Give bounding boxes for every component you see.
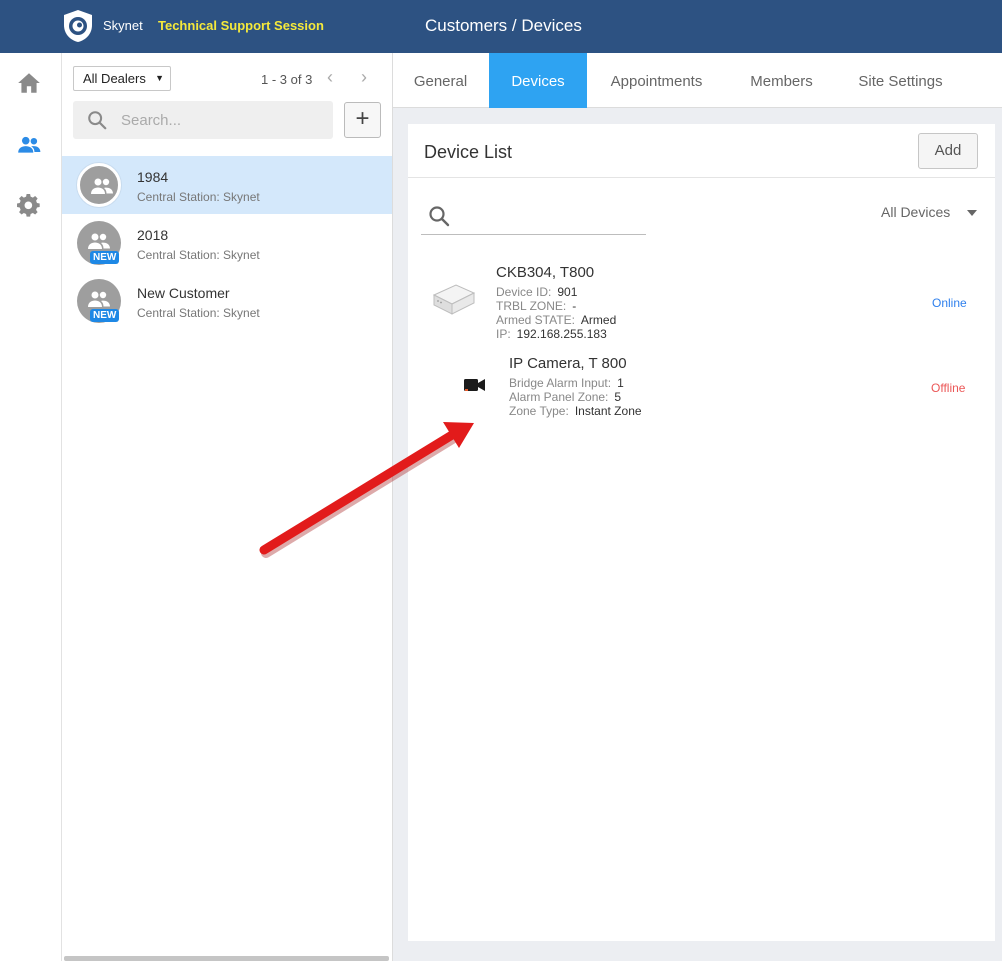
device-field: Alarm Panel Zone: 5: [509, 390, 621, 404]
add-customer-button[interactable]: +: [344, 102, 381, 138]
field-label: Armed STATE:: [496, 313, 575, 327]
new-badge: NEW: [90, 309, 120, 322]
customer-name: 1984: [137, 169, 169, 185]
field-label: Zone Type:: [509, 404, 569, 418]
customer-row[interactable]: NEW New Customer Central Station: Skynet: [62, 272, 392, 330]
customer-search: [73, 101, 333, 139]
horizontal-scrollbar[interactable]: [64, 956, 389, 961]
device-list-title: Device List: [424, 142, 513, 162]
camera-icon: [464, 379, 485, 391]
customer-name: New Customer: [137, 285, 230, 301]
field-label: TRBL ZONE:: [496, 299, 567, 313]
field-value: 901: [557, 285, 578, 299]
chevron-right-icon[interactable]: ›: [361, 67, 367, 88]
field-value: 1: [617, 376, 624, 390]
group-icon: [88, 233, 110, 249]
group-icon: [91, 178, 113, 194]
settings-icon[interactable]: [16, 193, 42, 219]
dealer-filter-value: All Dealers: [83, 71, 146, 86]
customer-search-input[interactable]: [121, 110, 321, 130]
tab-members[interactable]: Members: [726, 53, 837, 108]
device-name: CKB304, T800: [496, 264, 595, 281]
brand-name: Skynet: [103, 18, 143, 33]
router-device-icon: [432, 284, 476, 315]
chevron-left-icon[interactable]: ‹: [327, 67, 333, 88]
device-field: Zone Type: Instant Zone: [509, 404, 642, 418]
field-label: Device ID:: [496, 285, 552, 299]
device-search-input[interactable]: [421, 197, 646, 235]
new-badge: NEW: [90, 251, 120, 264]
home-icon[interactable]: [16, 70, 42, 96]
top-bar: Skynet Technical Support Session Custome…: [0, 0, 1002, 53]
device-field: TRBL ZONE: -: [496, 299, 576, 313]
tab-devices[interactable]: Devices: [489, 53, 587, 108]
field-value: Instant Zone: [574, 404, 642, 418]
device-list-card: Device List Add All Devices CKB304, T800…: [408, 124, 995, 941]
add-device-button[interactable]: Add: [918, 133, 978, 169]
tab-bar: General Devices Appointments Members Sit…: [393, 53, 1002, 108]
device-item[interactable]: CKB304, T800 Device ID: 901 TRBL ZONE: - A…: [408, 264, 995, 344]
customer-row[interactable]: 1984 Central Station: Skynet: [62, 156, 392, 214]
field-label: IP:: [496, 327, 511, 341]
field-value: 5: [614, 390, 622, 404]
device-field: Device ID: 901: [496, 285, 577, 299]
divider: [408, 177, 995, 178]
device-filter-select[interactable]: All Devices: [881, 204, 950, 220]
search-icon: [88, 111, 107, 130]
main-content: General Devices Appointments Members Sit…: [393, 53, 1002, 961]
device-status: Online: [932, 296, 967, 310]
device-item[interactable]: IP Camera, T 800 Bridge Alarm Input: 1 Al…: [408, 355, 995, 425]
field-label: Alarm Panel Zone:: [509, 390, 609, 404]
customer-list-panel: All Dealers ▼ 1 - 3 of 3 ‹ › + 1984 Cent…: [62, 53, 393, 961]
customer-row[interactable]: NEW 2018 Central Station: Skynet: [62, 214, 392, 272]
customer-name: 2018: [137, 227, 169, 243]
caret-down-icon: ▼: [155, 73, 164, 83]
customer-station: Central Station: Skynet: [137, 306, 260, 320]
device-field: Bridge Alarm Input: 1: [509, 376, 624, 390]
tab-general[interactable]: General: [393, 53, 488, 108]
nav-rail: [0, 53, 62, 961]
field-value: -: [572, 299, 577, 313]
device-field: IP: 192.168.255.183: [496, 327, 607, 341]
group-icon: [88, 291, 110, 307]
search-icon: [429, 206, 450, 227]
device-name: IP Camera, T 800: [509, 355, 627, 372]
pagination-label: 1 - 3 of 3: [261, 72, 313, 87]
field-value: Armed: [580, 313, 617, 327]
dealer-filter-select[interactable]: All Dealers ▼: [73, 66, 171, 91]
field-label: Bridge Alarm Input:: [509, 376, 612, 390]
customer-station: Central Station: Skynet: [137, 190, 260, 204]
device-field: Armed STATE: Armed: [496, 313, 616, 327]
page-title: Customers / Devices: [425, 16, 582, 35]
field-value: 192.168.255.183: [516, 327, 607, 341]
customers-icon[interactable]: [16, 132, 42, 158]
avatar: [77, 163, 121, 207]
caret-down-icon[interactable]: [967, 210, 977, 216]
session-label: Technical Support Session: [158, 18, 324, 33]
skynet-logo-icon: [64, 10, 92, 42]
customer-station: Central Station: Skynet: [137, 248, 260, 262]
tab-appointments[interactable]: Appointments: [587, 53, 726, 108]
device-status: Offline: [931, 381, 966, 395]
tab-site-settings[interactable]: Site Settings: [837, 53, 964, 108]
